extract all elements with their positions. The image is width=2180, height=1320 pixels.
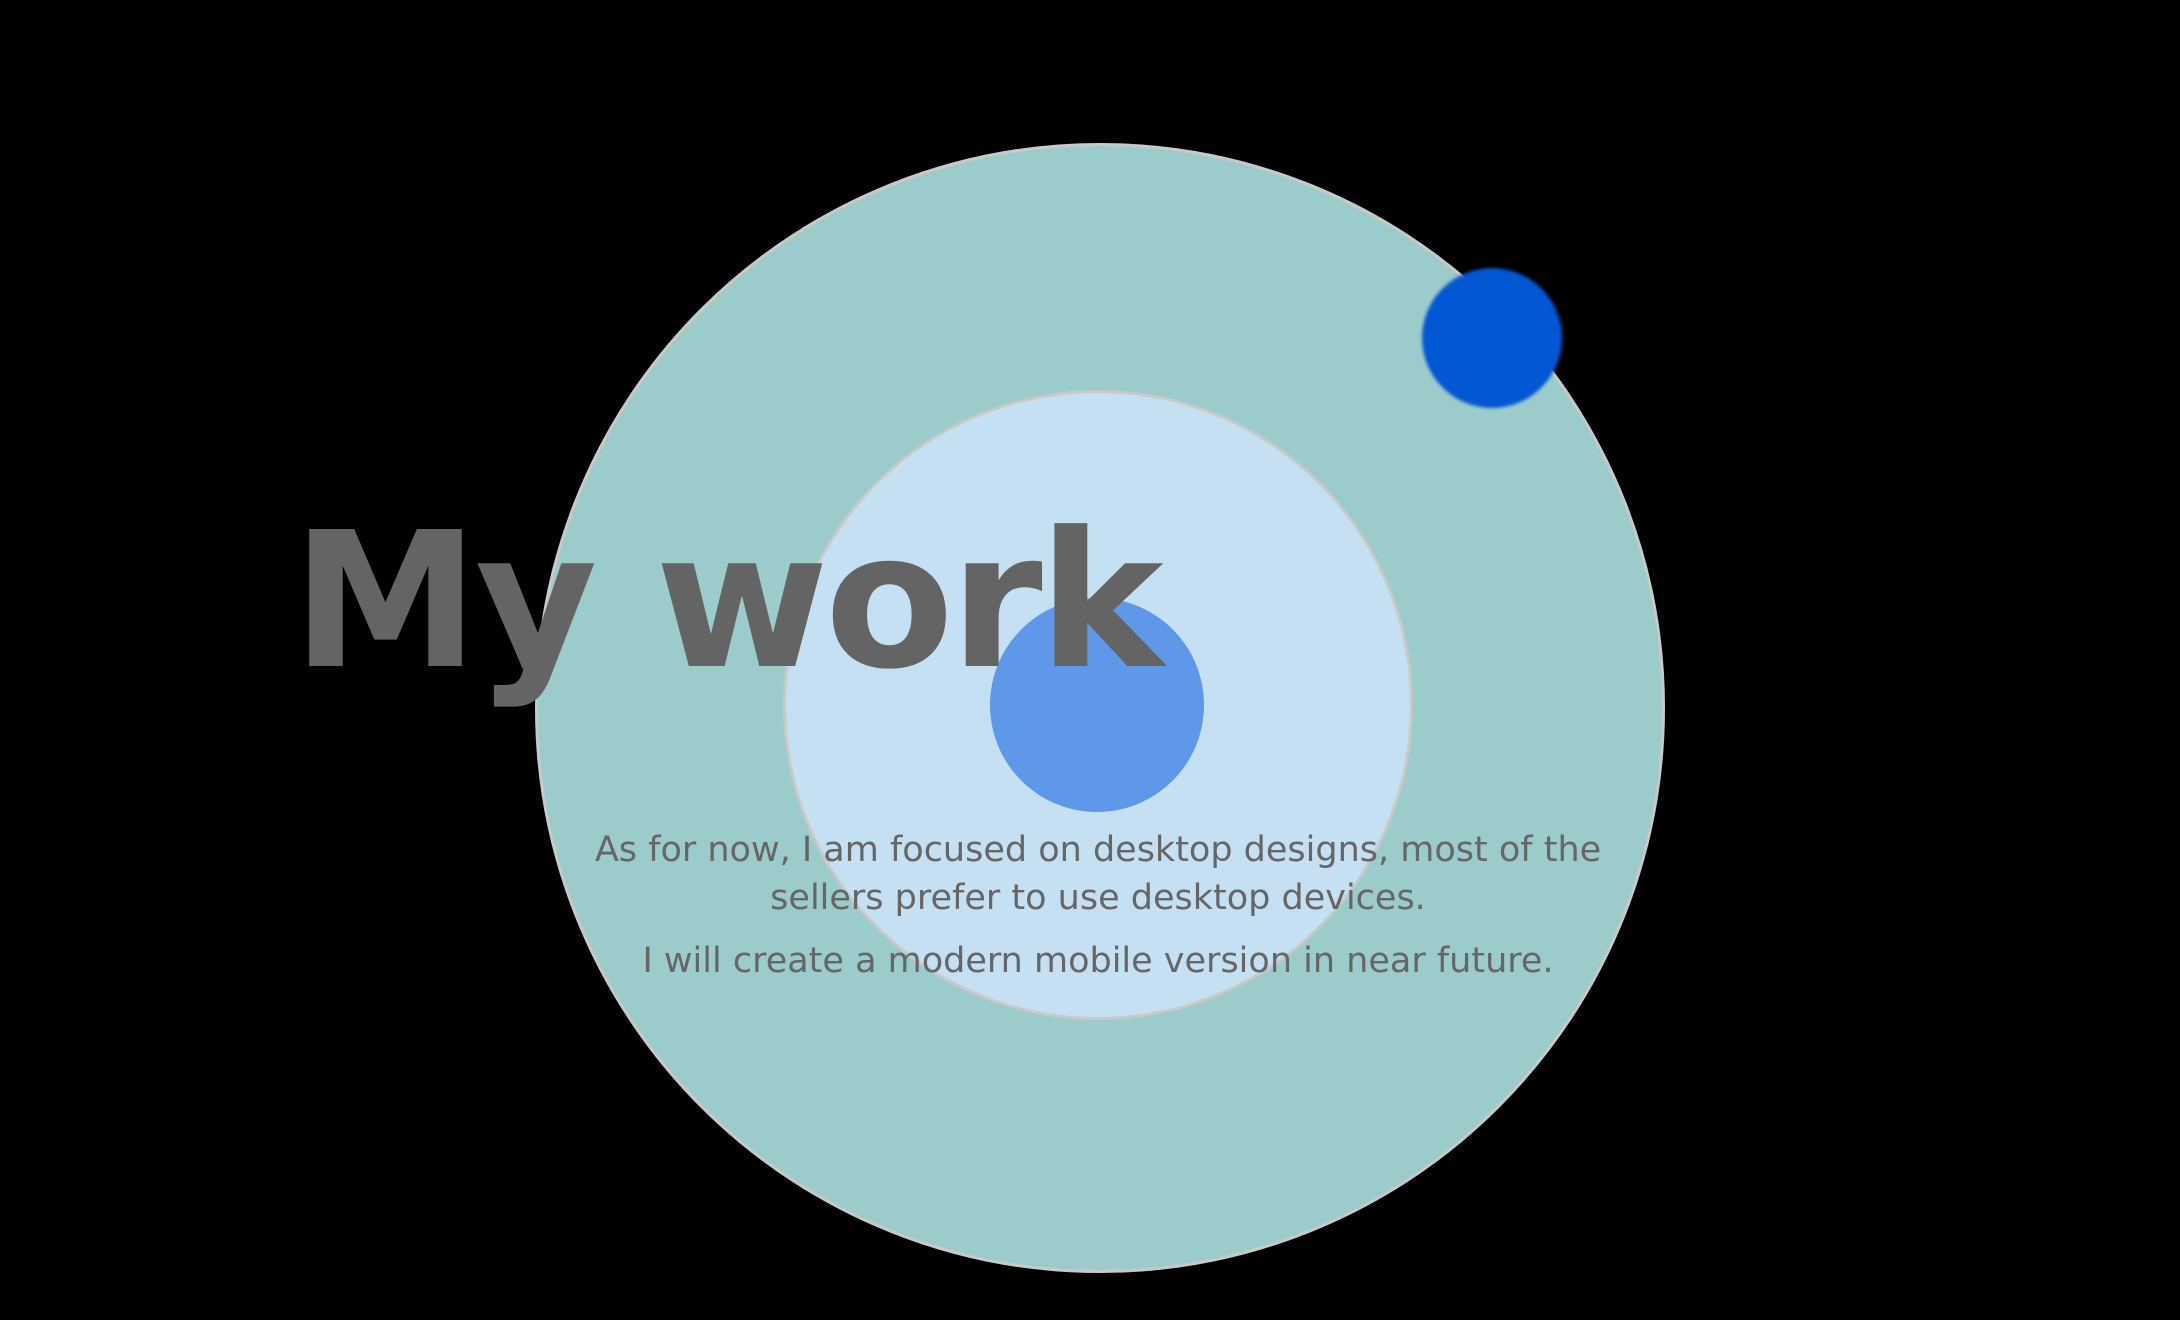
page-title: My work — [292, 492, 1164, 711]
my-work-section: My work As for now, I am focused on desk… — [0, 0, 2180, 1320]
description: As for now, I am focused on desktop desi… — [540, 826, 1656, 985]
description-paragraph: I will create a modern mobile version in… — [642, 941, 1554, 981]
orbit-dot — [1422, 268, 1562, 408]
description-paragraph: As for now, I am focused on desktop desi… — [594, 830, 1602, 918]
